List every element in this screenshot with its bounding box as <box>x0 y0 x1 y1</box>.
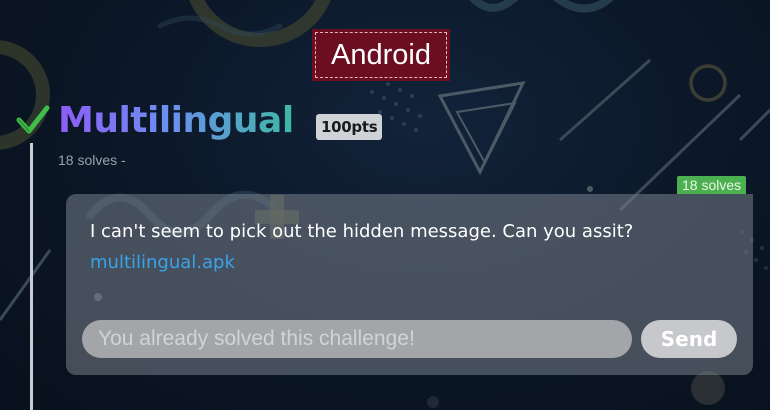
attachment-link[interactable]: multilingual.apk <box>90 252 235 273</box>
flag-input[interactable] <box>82 320 632 358</box>
check-icon <box>16 105 50 134</box>
points-badge: 100pts <box>316 114 383 140</box>
challenge-description: I can't seem to pick out the hidden mess… <box>90 221 634 242</box>
solves-count-badge: 18 solves <box>677 176 747 194</box>
timeline-line <box>30 143 33 410</box>
challenge-card: I can't seem to pick out the hidden mess… <box>66 194 753 375</box>
category-label: Android <box>315 32 447 78</box>
send-button[interactable]: Send <box>641 320 737 358</box>
challenge-title: Multilingual <box>58 96 294 146</box>
solves-meta: 18 solves - <box>58 152 126 168</box>
category-badge: Android <box>312 29 450 81</box>
